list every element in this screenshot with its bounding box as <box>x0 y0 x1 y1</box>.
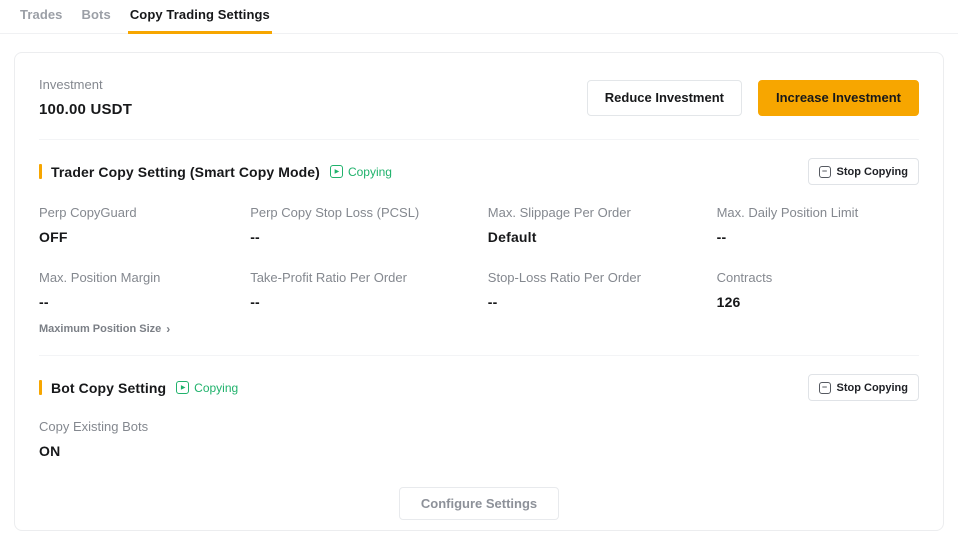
field-copy-existing-bots: Copy Existing Bots ON <box>39 405 919 459</box>
investment-label: Investment <box>39 77 132 92</box>
reduce-investment-button[interactable]: Reduce Investment <box>587 80 742 116</box>
play-icon: ▶ <box>176 381 189 394</box>
field-label: Max. Daily Position Limit <box>717 205 919 220</box>
trader-copy-setting-title: Trader Copy Setting (Smart Copy Mode) <box>51 164 320 180</box>
field-pcsl: Perp Copy Stop Loss (PCSL) -- <box>250 205 488 245</box>
field-label: Max. Slippage Per Order <box>488 205 717 220</box>
field-label: Copy Existing Bots <box>39 419 919 434</box>
field-take-profit-ratio: Take-Profit Ratio Per Order -- <box>250 270 488 335</box>
copy-trading-settings-page: Trades Bots Copy Trading Settings Invest… <box>0 0 958 531</box>
bot-copy-setting-header: Bot Copy Setting ▶ Copying − Stop Copyin… <box>39 356 919 405</box>
stop-copying-label: Stop Copying <box>837 166 909 178</box>
investment-summary: Investment 100.00 USDT <box>39 77 132 118</box>
field-label: Contracts <box>717 270 919 285</box>
field-value: -- <box>488 294 717 310</box>
investment-buttons: Reduce Investment Increase Investment <box>587 80 919 116</box>
field-max-slippage: Max. Slippage Per Order Default <box>488 205 717 245</box>
maximum-position-size-label: Maximum Position Size <box>39 323 161 335</box>
maximum-position-size-link[interactable]: Maximum Position Size › <box>39 323 250 335</box>
field-value: 126 <box>717 294 919 310</box>
field-value: -- <box>39 294 250 310</box>
field-label: Max. Position Margin <box>39 270 250 285</box>
tab-trades[interactable]: Trades <box>18 0 65 34</box>
field-max-position-margin: Max. Position Margin -- Maximum Position… <box>39 270 250 335</box>
field-value: -- <box>250 229 488 245</box>
field-value: ON <box>39 443 919 459</box>
tab-copy-trading-settings[interactable]: Copy Trading Settings <box>128 0 272 34</box>
card-footer: Configure Settings <box>39 459 919 536</box>
stop-icon: − <box>819 166 831 178</box>
trader-settings-grid: Perp CopyGuard OFF Perp Copy Stop Loss (… <box>39 189 919 355</box>
bot-copy-setting-title: Bot Copy Setting <box>51 380 166 396</box>
stop-copying-bot-button[interactable]: − Stop Copying <box>808 374 920 401</box>
field-perp-copyguard: Perp CopyGuard OFF <box>39 205 250 245</box>
section-accent-bar <box>39 164 42 179</box>
field-stop-loss-ratio: Stop-Loss Ratio Per Order -- <box>488 270 717 335</box>
tab-bar: Trades Bots Copy Trading Settings <box>0 0 958 34</box>
investment-row: Investment 100.00 USDT Reduce Investment… <box>39 53 919 139</box>
investment-value: 100.00 USDT <box>39 101 132 118</box>
configure-settings-button[interactable]: Configure Settings <box>399 487 559 520</box>
stop-copying-trader-button[interactable]: − Stop Copying <box>808 158 920 185</box>
copying-status-badge: ▶ Copying <box>176 381 238 395</box>
tab-bots[interactable]: Bots <box>80 0 113 34</box>
copying-status-label: Copying <box>194 381 238 395</box>
field-value: -- <box>717 229 919 245</box>
chevron-right-icon: › <box>166 323 170 335</box>
field-value: Default <box>488 229 717 245</box>
field-label: Perp CopyGuard <box>39 205 250 220</box>
field-label: Stop-Loss Ratio Per Order <box>488 270 717 285</box>
copying-status-badge: ▶ Copying <box>330 165 392 179</box>
field-value: -- <box>250 294 488 310</box>
field-max-daily-position-limit: Max. Daily Position Limit -- <box>717 205 919 245</box>
settings-card: Investment 100.00 USDT Reduce Investment… <box>14 52 944 531</box>
copying-status-label: Copying <box>348 165 392 179</box>
play-icon: ▶ <box>330 165 343 178</box>
trader-copy-setting-header: Trader Copy Setting (Smart Copy Mode) ▶ … <box>39 140 919 189</box>
field-label: Perp Copy Stop Loss (PCSL) <box>250 205 488 220</box>
increase-investment-button[interactable]: Increase Investment <box>758 80 919 116</box>
stop-icon: − <box>819 382 831 394</box>
field-label: Take-Profit Ratio Per Order <box>250 270 488 285</box>
stop-copying-label: Stop Copying <box>837 382 909 394</box>
field-contracts: Contracts 126 <box>717 270 919 335</box>
field-value: OFF <box>39 229 250 245</box>
section-accent-bar <box>39 380 42 395</box>
